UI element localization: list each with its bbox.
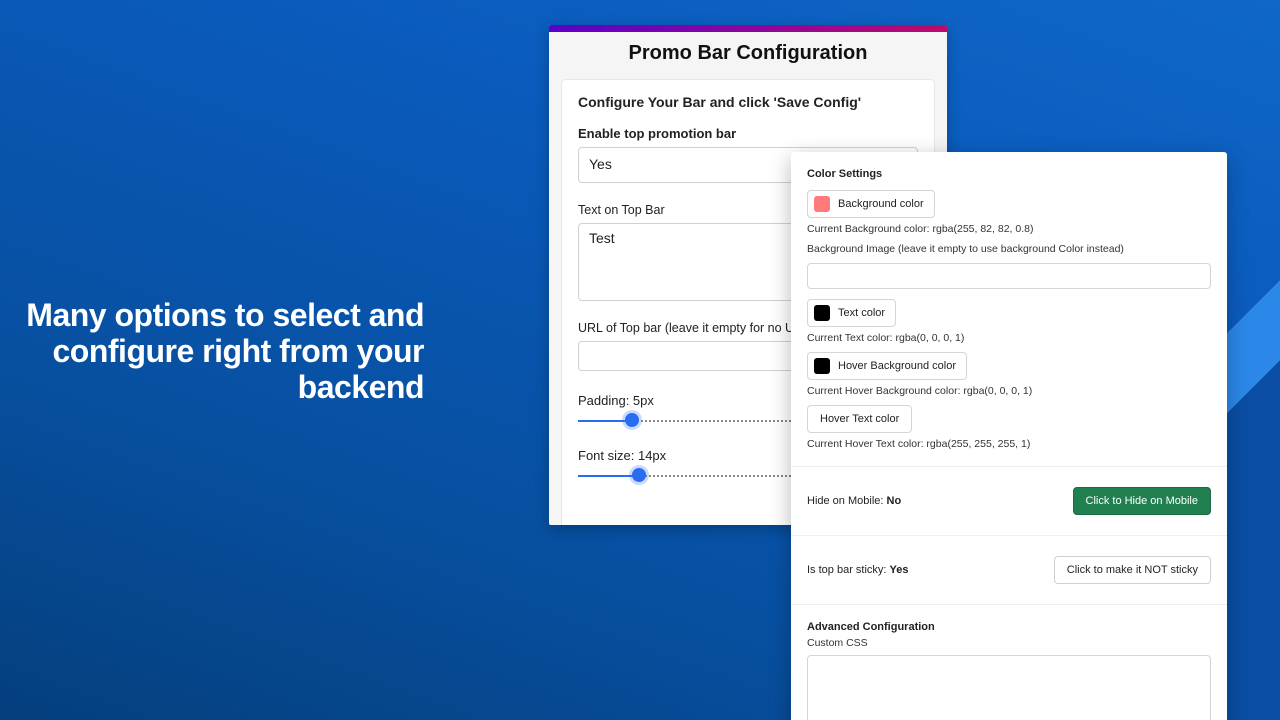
hoverbg-color-current: Current Hover Background color: rgba(0, …	[807, 385, 1211, 397]
bgimg-label: Background Image (leave it empty to use …	[807, 243, 1211, 255]
text-color-swatch	[814, 305, 830, 321]
bg-color-button[interactable]: Background color	[807, 190, 935, 218]
marketing-headline: Many options to select and configure rig…	[0, 298, 442, 405]
hide-mobile-row: Hide on Mobile: No Click to Hide on Mobi…	[807, 483, 1211, 519]
hide-mobile-button[interactable]: Click to Hide on Mobile	[1073, 487, 1212, 515]
bg-color-swatch	[814, 196, 830, 212]
sticky-row: Is top bar sticky: Yes Click to make it …	[807, 552, 1211, 588]
hoverbg-color-button[interactable]: Hover Background color	[807, 352, 967, 380]
customcss-input[interactable]	[807, 655, 1211, 720]
hovertext-color-current: Current Hover Text color: rgba(255, 255,…	[807, 438, 1211, 450]
stage: Many options to select and configure rig…	[0, 0, 1280, 720]
page-title: Promo Bar Configuration	[549, 32, 947, 79]
bg-color-label: Background color	[838, 198, 924, 210]
hoverbg-color-swatch	[814, 358, 830, 374]
enable-label: Enable top promotion bar	[578, 126, 918, 141]
bgimg-input[interactable]	[807, 263, 1211, 289]
hoverbg-color-label: Hover Background color	[838, 360, 956, 372]
config-subtitle: Configure Your Bar and click 'Save Confi…	[578, 94, 918, 110]
hovertext-color-label: Hover Text color	[820, 413, 899, 425]
advanced-title: Advanced Configuration	[807, 621, 1211, 633]
text-color-current: Current Text color: rgba(0, 0, 0, 1)	[807, 332, 1211, 344]
hide-mobile-label: Hide on Mobile: No	[807, 495, 901, 507]
brand-bar	[549, 25, 947, 32]
color-settings-panel: Color Settings Background color Current …	[791, 152, 1227, 720]
color-settings-title: Color Settings	[807, 168, 1211, 180]
hovertext-color-button[interactable]: Hover Text color	[807, 405, 912, 433]
text-color-label: Text color	[838, 307, 885, 319]
text-color-button[interactable]: Text color	[807, 299, 896, 327]
bg-color-current: Current Background color: rgba(255, 82, …	[807, 223, 1211, 235]
customcss-label: Custom CSS	[807, 637, 1211, 649]
sticky-button[interactable]: Click to make it NOT sticky	[1054, 556, 1211, 584]
sticky-label: Is top bar sticky: Yes	[807, 564, 909, 576]
